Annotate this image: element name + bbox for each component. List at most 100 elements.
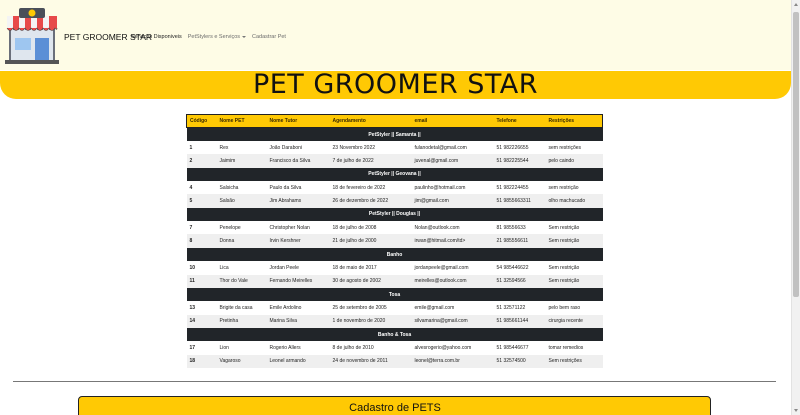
cell-agendamento: 8 de julho de 2010 (332, 345, 374, 352)
navbar: PET GROOMER STAR Serviços Disponiveis Pe… (0, 0, 791, 70)
pet-shop-logo-icon[interactable] (5, 6, 59, 64)
cell-telefone: 51 32571122 (496, 305, 526, 312)
cell-nome-tutor: Christopher Nolan (269, 224, 310, 231)
cell-telefone: 54 985446622 (496, 264, 529, 271)
table-row: 4 Salsicha Paulo da Silva 18 de fevereir… (187, 181, 603, 194)
cell-nome-tutor: Fernando Meirelles (266, 274, 330, 288)
col-header-telefone: Telefone (493, 114, 546, 128)
cell-nome-pet: Jaimim (216, 154, 267, 168)
cell-restricoes: olho machucado (545, 194, 603, 208)
cell-codigo: 18 (186, 354, 217, 369)
group-row: Banho (186, 247, 603, 262)
cell-nome-tutor: Francisco da Silva (266, 154, 330, 168)
cell-codigo: 11 (186, 274, 217, 288)
cell-nome-pet: Brigite da casa (219, 305, 253, 312)
cell-nome-pet: Rex (219, 144, 229, 151)
cell-codigo: 5 (186, 194, 217, 208)
nav-petstylers-dropdown[interactable]: PetStylers e Serviços (187, 34, 247, 40)
cell-telefone: 51 32574500 (493, 354, 546, 369)
cell-telefone: 51 982224455 (496, 184, 529, 191)
col-header-nome-tutor: Nome Tutor (266, 114, 330, 128)
cell-email: irwan@hitmail.com/td> (411, 234, 494, 248)
nav-cadastrar-pet[interactable]: Cadastrar Pet (252, 34, 286, 40)
cell-nome-tutor: Jordan Peele (269, 264, 299, 271)
cell-restricoes: Sem restrição (545, 274, 603, 288)
cell-agendamento: 18 de maio de 2017 (332, 264, 377, 271)
table-row: 1 Rex João Daraboni 23 Novembro 2022 ful… (187, 141, 603, 154)
table-row: 11 Thor do Vale Fernando Meirelles 30 de… (186, 274, 603, 288)
cell-codigo: 2 (186, 154, 217, 168)
cell-telefone: 21 985556611 (493, 234, 546, 248)
cell-email: meirelles@outlook.com (411, 274, 494, 288)
cell-email: paulinho@hotmail.com (414, 184, 466, 191)
table-header-row: Código Nome PET Nome Tutor Agendamento e… (186, 114, 603, 128)
cell-codigo: 17 (189, 345, 196, 352)
table-row: 2 Jaimim Francisco da Silva 7 de julho d… (186, 154, 603, 168)
table-row: 10 Lica Jordan Peele 18 de maio de 2017 … (187, 261, 603, 274)
scroll-thumb[interactable] (793, 12, 799, 297)
col-header-codigo: Código (186, 114, 217, 128)
appointments-table: Código Nome PET Nome Tutor Agendamento e… (186, 114, 603, 369)
cell-codigo: 10 (189, 264, 196, 271)
nav-servicos-disponiveis[interactable]: Serviços Disponiveis (131, 34, 182, 40)
cell-agendamento: 30 de agosto de 2002 (329, 274, 412, 288)
cell-restricoes: pelo caindo (545, 154, 603, 168)
cell-nome-tutor: João Daraboni (269, 144, 303, 151)
page-title: PET GROOMER STAR (252, 69, 539, 100)
scroll-up-icon[interactable] (794, 3, 798, 6)
col-header-restricoes: Restrições (545, 114, 603, 128)
scroll-down-icon[interactable] (794, 409, 798, 412)
cell-email: Nolan@outlook.com (414, 224, 460, 231)
cell-telefone: 81 98556633 (496, 224, 526, 231)
cell-restricoes: tomar remedios (548, 345, 584, 352)
cell-nome-tutor: Marina Silva (266, 314, 330, 328)
group-row: PetStyler || Samanta || (186, 127, 603, 141)
cell-agendamento: 18 de fevereiro de 2022 (332, 184, 386, 191)
cell-restricoes: Sem restrição (548, 264, 580, 271)
cell-agendamento: 7 de julho de 2022 (329, 154, 412, 168)
col-header-email: email (411, 114, 494, 128)
cell-agendamento: 23 Novembro 2022 (332, 144, 376, 151)
cell-restricoes: Sem restrição (545, 234, 603, 248)
cell-telefone: 51 32594566 (493, 274, 546, 288)
cell-agendamento: 24 de novembro de 2011 (329, 354, 412, 369)
nav-petstylers-label: PetStylers e Serviços (187, 34, 241, 40)
cell-agendamento: 26 de dezembro de 2022 (329, 194, 412, 208)
table-body: PetStyler || Samanta || 1 Rex João Darab… (186, 127, 603, 369)
cell-agendamento: 18 de julho de 2008 (332, 224, 377, 231)
cell-nome-pet: Penelope (219, 224, 241, 231)
cell-email: fulanodetal@gmail.com (414, 144, 467, 151)
cell-restricoes: cirurgia recente (545, 314, 603, 328)
cell-nome-tutor: Rogerio Allers (269, 345, 301, 352)
cell-telefone: 51 982225544 (493, 154, 546, 168)
cell-nome-pet: Thor do Vale (216, 274, 267, 288)
cell-nome-pet: Pretinha (216, 314, 267, 328)
cell-nome-tutor: Jim Abrahams (266, 194, 330, 208)
cell-agendamento: 25 de setembro de 2005 (332, 305, 387, 312)
cell-nome-pet: Donna (216, 234, 267, 248)
group-title: PetStyler || Douglas || (186, 207, 603, 222)
cell-email: silvamarina@gmail.com (411, 314, 494, 328)
cell-nome-tutor: Irvin Kershner (266, 234, 330, 248)
group-row: Banho & Tosa (186, 327, 603, 342)
cell-restricoes: pelo bem raso (548, 305, 581, 312)
chevron-down-icon (242, 35, 247, 38)
table-row: 5 Salsão Jim Abrahams 26 de dezembro de … (186, 194, 603, 208)
cell-telefone: 51 985446677 (496, 345, 529, 352)
cell-agendamento: 21 de julho de 2000 (329, 234, 412, 248)
table-row: 8 Donna Irvin Kershner 21 de julho de 20… (186, 234, 603, 248)
cell-telefone: 51 985661144 (493, 314, 546, 328)
group-title: PetStyler || Geovana || (186, 167, 603, 182)
col-header-nome-pet: Nome PET (216, 114, 267, 128)
cell-restricoes: sem restrições (548, 144, 582, 151)
cell-codigo: 1 (189, 144, 193, 151)
group-row: Tosa (186, 287, 603, 302)
group-row: PetStyler || Geovana || (186, 167, 603, 182)
cell-codigo: 13 (189, 305, 196, 312)
cell-email: jim@gmail.com (411, 194, 494, 208)
cell-email: leonel@terra.com.br (411, 354, 494, 369)
cell-restricoes: Sem restrição (548, 224, 580, 231)
group-title: Banho & Tosa (186, 327, 603, 342)
cell-nome-tutor: Paulo da Silva (269, 184, 302, 191)
page-scrollbar[interactable] (791, 0, 800, 415)
